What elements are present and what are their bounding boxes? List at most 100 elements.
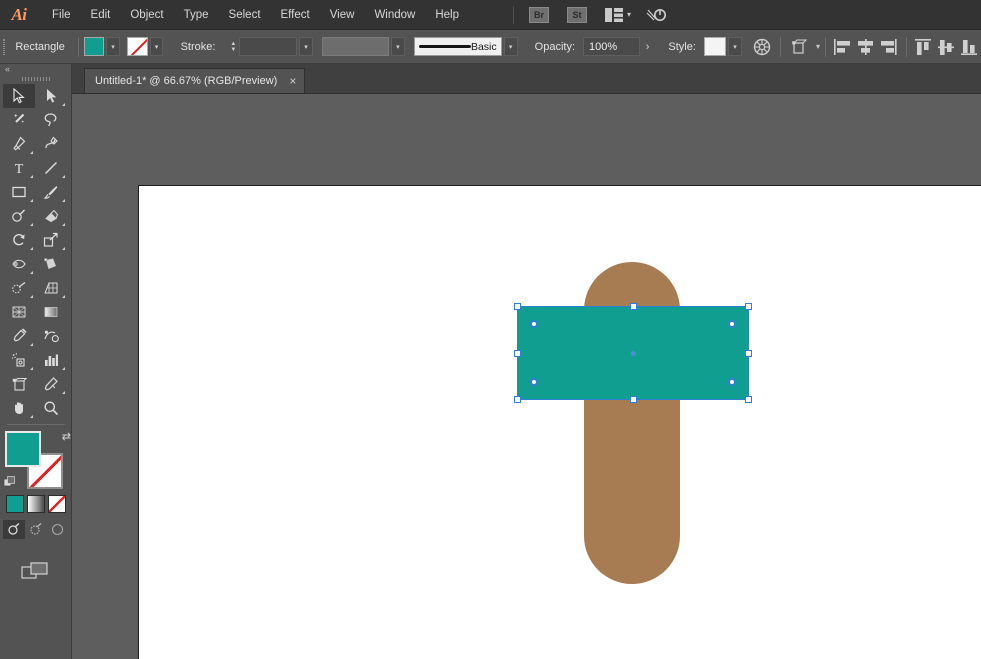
selection-handle-bottom-left[interactable] [514,396,521,403]
eyedropper-tool[interactable] [3,324,35,348]
rotate-tool[interactable] [3,228,35,252]
transform-chevron-down-icon[interactable]: ▾ [816,42,820,51]
menu-effect[interactable]: Effect [271,0,320,30]
stroke-color-swatch[interactable] [127,37,148,56]
menu-window[interactable]: Window [364,0,425,30]
arrange-chevron-down-icon[interactable]: ▾ [627,10,631,19]
align-top-button[interactable] [914,36,933,58]
menu-view[interactable]: View [320,0,365,30]
align-middle-button[interactable] [937,36,956,58]
symbol-sprayer-tool[interactable] [3,348,35,372]
menu-file[interactable]: File [42,0,81,30]
stepper-down-icon[interactable]: ▼ [230,47,236,53]
style-chevron-icon[interactable]: ▾ [728,37,742,56]
draw-normal-button[interactable] [2,520,25,539]
bridge-button[interactable]: Br [529,6,549,23]
line-segment-tool[interactable] [35,156,67,180]
selection-handle-bottom-right[interactable] [745,396,752,403]
opacity-input[interactable]: 100% [583,37,641,56]
document-tab[interactable]: Untitled-1* @ 66.67% (RGB/Preview) × [84,68,306,93]
menu-select[interactable]: Select [219,0,271,30]
fill-dropdown-chevron-icon[interactable]: ▾ [106,37,120,56]
close-icon[interactable]: × [289,75,296,87]
stroke-weight-chevron-icon[interactable]: ▾ [299,37,313,56]
rectangle-tool[interactable] [3,180,35,204]
width-tool[interactable] [3,252,35,276]
stock-button[interactable]: St [567,6,587,23]
selection-handle-top-center[interactable] [630,303,637,310]
stroke-dropdown-chevron-icon[interactable]: ▾ [149,37,164,56]
align-right-button[interactable] [879,36,898,58]
selection-handle-bottom-center[interactable] [630,396,637,403]
gradient-tool[interactable] [35,300,67,324]
blend-tool[interactable] [35,324,67,348]
variable-width-chevron-icon[interactable]: ▾ [390,37,405,56]
default-fill-stroke-icon[interactable] [4,476,15,487]
tool-flyout-indicator [62,199,65,202]
draw-behind-button[interactable] [25,520,47,539]
selection-bounding-box[interactable] [514,303,752,403]
mesh-tool[interactable] [3,300,35,324]
magic-wand-tool[interactable] [3,108,35,132]
perspective-grid-tool[interactable] [35,276,67,300]
variable-width-profile-input[interactable] [322,37,389,56]
live-corner-widget-top-left[interactable] [530,320,538,328]
menu-type[interactable]: Type [174,0,219,30]
zoom-tool[interactable] [35,396,67,420]
brush-definition-select[interactable]: Basic [413,37,502,56]
transform-icon[interactable] [788,35,810,59]
menu-edit[interactable]: Edit [81,0,121,30]
tools-panel-header[interactable]: « [0,64,71,74]
hand-tool[interactable] [3,396,35,420]
recolor-artwork-icon[interactable] [751,35,773,59]
live-corner-widget-bottom-left[interactable] [530,378,538,386]
brush-chevron-icon[interactable]: ▾ [503,37,518,56]
free-transform-tool[interactable] [35,252,67,276]
artboard-tool[interactable] [3,372,35,396]
paintbrush-tool[interactable] [35,180,67,204]
direct-selection-tool[interactable] [35,84,67,108]
opacity-panel-arrow-icon[interactable]: › [640,41,655,53]
stroke-weight-stepper[interactable]: ▲ ▼ [227,37,239,56]
selection-handle-top-left[interactable] [514,303,521,310]
selection-handle-top-right[interactable] [745,303,752,310]
search-adobe-stock-icon[interactable] [645,6,667,24]
column-graph-tool[interactable] [35,348,67,372]
svg-text:T: T [15,162,24,176]
type-tool[interactable]: T [3,156,35,180]
stroke-weight-input[interactable] [239,37,298,56]
menu-object[interactable]: Object [120,0,173,30]
menu-help[interactable]: Help [425,0,469,30]
control-bar-grip[interactable] [0,30,7,64]
live-corner-widget-bottom-right[interactable] [728,378,736,386]
none-button[interactable] [47,495,66,513]
canvas-area[interactable] [72,94,981,659]
slice-tool[interactable] [35,372,67,396]
scale-tool[interactable] [35,228,67,252]
graphic-style-swatch[interactable] [703,37,727,56]
arrange-documents-icon[interactable] [605,7,623,22]
collapse-panel-icon[interactable]: « [5,64,10,74]
artboard[interactable] [138,185,981,659]
curvature-tool[interactable] [35,132,67,156]
live-corner-widget-top-right[interactable] [728,320,736,328]
fill-color-swatch[interactable] [83,37,105,56]
change-screen-mode-button[interactable] [0,561,71,581]
color-button[interactable] [5,495,24,513]
align-center-button[interactable] [856,36,875,58]
gradient-button[interactable] [26,495,45,513]
lasso-tool[interactable] [35,108,67,132]
pen-tool[interactable] [3,132,35,156]
align-left-button[interactable] [833,36,852,58]
shaper-tool[interactable] [3,204,35,228]
selection-tool[interactable] [3,84,35,108]
shape-builder-tool[interactable] [3,276,35,300]
selection-handle-middle-left[interactable] [514,350,521,357]
draw-inside-button[interactable] [47,520,69,539]
selection-handle-middle-right[interactable] [745,350,752,357]
eraser-tool[interactable] [35,204,67,228]
fill-proxy-swatch[interactable] [5,431,41,467]
tools-panel-grip[interactable] [0,74,71,84]
align-bottom-button[interactable] [960,36,979,58]
swap-fill-stroke-icon[interactable]: ⇄ [62,430,71,443]
